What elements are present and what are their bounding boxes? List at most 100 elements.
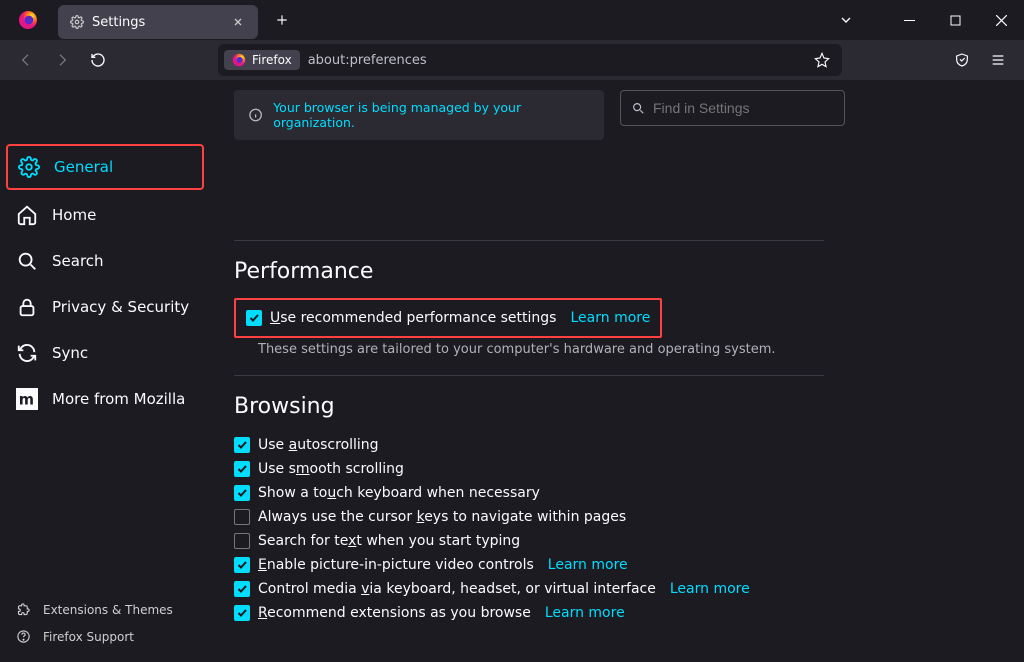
browsing-checkbox[interactable] — [234, 533, 250, 549]
window-minimize-button[interactable] — [886, 0, 932, 40]
category-label: Privacy & Security — [52, 298, 189, 316]
category-label: More from Mozilla — [52, 390, 185, 408]
browsing-heading: Browsing — [234, 394, 1000, 419]
identity-box[interactable]: Firefox — [224, 50, 300, 70]
pocket-button[interactable] — [946, 44, 978, 76]
browsing-option-row: Use autoscrolling — [234, 433, 1000, 457]
category-label: Search — [52, 252, 104, 270]
browsing-option-label: Control media via keyboard, headset, or … — [258, 581, 656, 597]
category-label: General — [54, 158, 113, 176]
browsing-option-label: Recommend extensions as you browse — [258, 605, 531, 621]
new-tab-button[interactable] — [268, 6, 296, 34]
lock-icon — [16, 296, 38, 318]
window-close-button[interactable] — [978, 0, 1024, 40]
divider — [234, 240, 824, 241]
browsing-checkbox[interactable] — [234, 437, 250, 453]
category-sync[interactable]: Sync — [6, 332, 204, 374]
performance-subnote: These settings are tailored to your comp… — [258, 342, 1000, 357]
home-icon — [16, 204, 38, 226]
browsing-checkbox[interactable] — [234, 485, 250, 501]
browser-tab[interactable]: Settings — [58, 5, 258, 39]
tab-title: Settings — [92, 15, 220, 30]
browsing-option-row: Use smooth scrolling — [234, 457, 1000, 481]
settings-search-input[interactable] — [653, 100, 834, 116]
svg-text:m: m — [19, 392, 34, 409]
browsing-checkbox[interactable] — [234, 581, 250, 597]
managed-notice[interactable]: Your browser is being managed by your or… — [234, 90, 604, 140]
close-icon — [996, 15, 1007, 26]
tabs-dropdown-button[interactable] — [830, 4, 862, 36]
category-label: Sync — [52, 344, 88, 362]
app-menu-button[interactable] — [982, 44, 1014, 76]
browsing-checkbox[interactable] — [234, 461, 250, 477]
footer-label: Extensions & Themes — [43, 603, 173, 617]
browsing-option-row: Control media via keyboard, headset, or … — [234, 577, 1000, 601]
url-bar[interactable]: Firefox about:preferences — [218, 44, 842, 76]
browsing-option-label: Show a touch keyboard when necessary — [258, 485, 540, 501]
settings-main: Your browser is being managed by your or… — [210, 80, 1024, 662]
category-label: Home — [52, 206, 96, 224]
browsing-option-label: Use autoscrolling — [258, 437, 379, 453]
hamburger-icon — [990, 52, 1006, 68]
browsing-option-label: Enable picture-in-picture video controls — [258, 557, 534, 573]
category-privacy[interactable]: Privacy & Security — [6, 286, 204, 328]
star-icon — [814, 52, 830, 68]
titlebar: Settings — [0, 0, 1024, 40]
browsing-option-label: Search for text when you start typing — [258, 533, 520, 549]
footer-label: Firefox Support — [43, 630, 134, 644]
tab-close-button[interactable] — [228, 12, 248, 32]
categories-sidebar: General Home Search Privacy & Security S… — [0, 80, 210, 662]
browsing-option-row: Show a touch keyboard when necessary — [234, 481, 1000, 505]
gear-icon — [18, 156, 40, 178]
back-button[interactable] — [10, 44, 42, 76]
browsing-option-row: Enable picture-in-picture video controls… — [234, 553, 1000, 577]
browsing-checkbox[interactable] — [234, 605, 250, 621]
firefox-logo-icon — [18, 10, 38, 30]
learn-more-link[interactable]: Learn more — [545, 605, 625, 621]
chevron-down-icon — [838, 12, 854, 28]
reload-button[interactable] — [82, 44, 114, 76]
use-recommended-checkbox[interactable] — [246, 310, 262, 326]
minimize-icon — [904, 15, 915, 26]
learn-more-link[interactable]: Learn more — [670, 581, 750, 597]
help-icon — [16, 629, 31, 644]
browsing-option-row: Always use the cursor keys to navigate w… — [234, 505, 1000, 529]
window-maximize-button[interactable] — [932, 0, 978, 40]
plus-icon — [275, 13, 289, 27]
settings-search[interactable] — [620, 90, 845, 126]
search-icon — [631, 101, 645, 115]
info-icon — [248, 107, 263, 123]
category-general[interactable]: General — [6, 144, 204, 190]
puzzle-icon — [16, 602, 31, 617]
browsing-option-row: Recommend extensions as you browse Learn … — [234, 601, 1000, 625]
category-more-mozilla[interactable]: m More from Mozilla — [6, 378, 204, 420]
arrow-left-icon — [18, 52, 34, 68]
use-recommended-label: UUse recommended performance settingsse … — [270, 310, 556, 326]
learn-more-link[interactable]: Learn more — [548, 557, 628, 573]
performance-learn-more-link[interactable]: Learn more — [570, 310, 650, 326]
mozilla-icon: m — [16, 388, 38, 410]
preferences-content: General Home Search Privacy & Security S… — [0, 80, 1024, 662]
browsing-option-label: Use smooth scrolling — [258, 461, 404, 477]
divider — [234, 375, 824, 376]
navigation-toolbar: Firefox about:preferences — [0, 40, 1024, 80]
firefox-logo-icon — [232, 53, 246, 67]
browsing-option-label: Always use the cursor keys to navigate w… — [258, 509, 626, 525]
close-icon — [232, 16, 244, 28]
browsing-option-row: Search for text when you start typing — [234, 529, 1000, 553]
forward-button[interactable] — [46, 44, 78, 76]
performance-recommended-row: UUse recommended performance settingsse … — [234, 298, 662, 338]
identity-label: Firefox — [252, 53, 292, 67]
search-icon — [16, 250, 38, 272]
browsing-checkbox[interactable] — [234, 509, 250, 525]
extensions-themes-link[interactable]: Extensions & Themes — [6, 596, 204, 623]
arrow-right-icon — [54, 52, 70, 68]
firefox-support-link[interactable]: Firefox Support — [6, 623, 204, 650]
category-home[interactable]: Home — [6, 194, 204, 236]
managed-notice-text: Your browser is being managed by your or… — [273, 100, 590, 130]
reload-icon — [90, 52, 106, 68]
category-search[interactable]: Search — [6, 240, 204, 282]
browsing-checkbox[interactable] — [234, 557, 250, 573]
browsing-options: Use autoscrolling Use smooth scrolling Sho… — [234, 433, 1000, 625]
bookmark-button[interactable] — [808, 46, 836, 74]
